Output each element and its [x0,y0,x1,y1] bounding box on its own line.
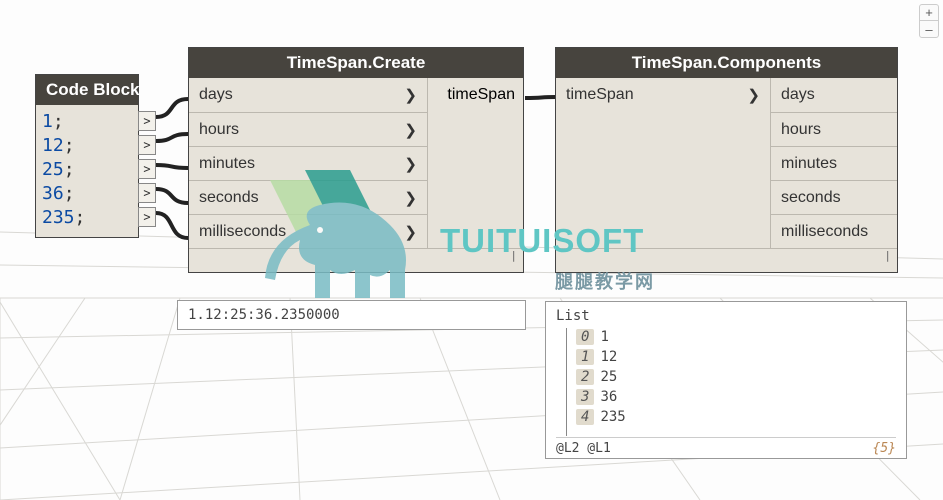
zoom-out-button[interactable]: – [920,21,938,37]
output-port[interactable]: > [138,183,156,203]
input-port-seconds[interactable]: seconds❯ [189,180,427,214]
chevron-right-icon: ❯ [404,155,417,173]
code-value: 12 [42,135,64,156]
node-title: TimeSpan.Create [189,48,523,78]
chevron-right-icon: ❯ [404,189,417,207]
code-value: 36 [42,183,64,204]
preview-create-output: 1.12:25:36.2350000 [177,300,526,330]
output-port[interactable]: > [138,111,156,131]
chevron-right-icon: ❯ [404,121,417,139]
node-footer: | [189,248,523,272]
input-port-milliseconds[interactable]: milliseconds❯ [189,214,427,248]
chevron-right-icon: ❯ [747,86,760,104]
node-code-block[interactable]: Code Block 1;> 12;> 25;> 36;> 235;> [35,74,139,238]
chevron-right-icon: ❯ [404,86,417,104]
zoom-control: + – [919,4,939,38]
code-body[interactable]: 1;> 12;> 25;> 36;> 235;> [36,105,138,237]
list-item: 4235 [556,407,896,427]
output-port-minutes[interactable]: minutes [771,146,897,180]
chevron-right-icon: ❯ [404,223,417,241]
list-item: 01 [556,327,896,347]
preview-components-output: List 01 112 225 336 4235 @L2 @L1 {5} [545,301,907,459]
output-port[interactable]: > [138,207,156,227]
output-port-hours[interactable]: hours [771,112,897,146]
code-value: 1 [42,111,53,132]
input-port-minutes[interactable]: minutes❯ [189,146,427,180]
output-port-timespan[interactable]: timeSpan [428,78,523,112]
node-footer: | [556,248,897,272]
output-port[interactable]: > [138,159,156,179]
node-timespan-create[interactable]: TimeSpan.Create days❯ hours❯ minutes❯ se… [188,47,524,273]
node-timespan-components[interactable]: TimeSpan.Components timeSpan❯ days hours… [555,47,898,273]
output-port-seconds[interactable]: seconds [771,180,897,214]
zoom-in-button[interactable]: + [920,5,938,21]
input-port-timespan[interactable]: timeSpan❯ [556,78,770,112]
list-item: 112 [556,347,896,367]
node-title: TimeSpan.Components [556,48,897,78]
input-port-hours[interactable]: hours❯ [189,112,427,146]
list-item: 336 [556,387,896,407]
node-title: Code Block [36,75,138,105]
list-item: 225 [556,367,896,387]
output-port-days[interactable]: days [771,78,897,112]
input-port-days[interactable]: days❯ [189,78,427,112]
output-port[interactable]: > [138,135,156,155]
output-port-milliseconds[interactable]: milliseconds [771,214,897,248]
list-header: List [556,308,896,324]
lacing-label: @L2 @L1 [556,441,611,456]
count-label: {5} [873,441,896,456]
code-value: 235 [42,207,75,228]
code-value: 25 [42,159,64,180]
